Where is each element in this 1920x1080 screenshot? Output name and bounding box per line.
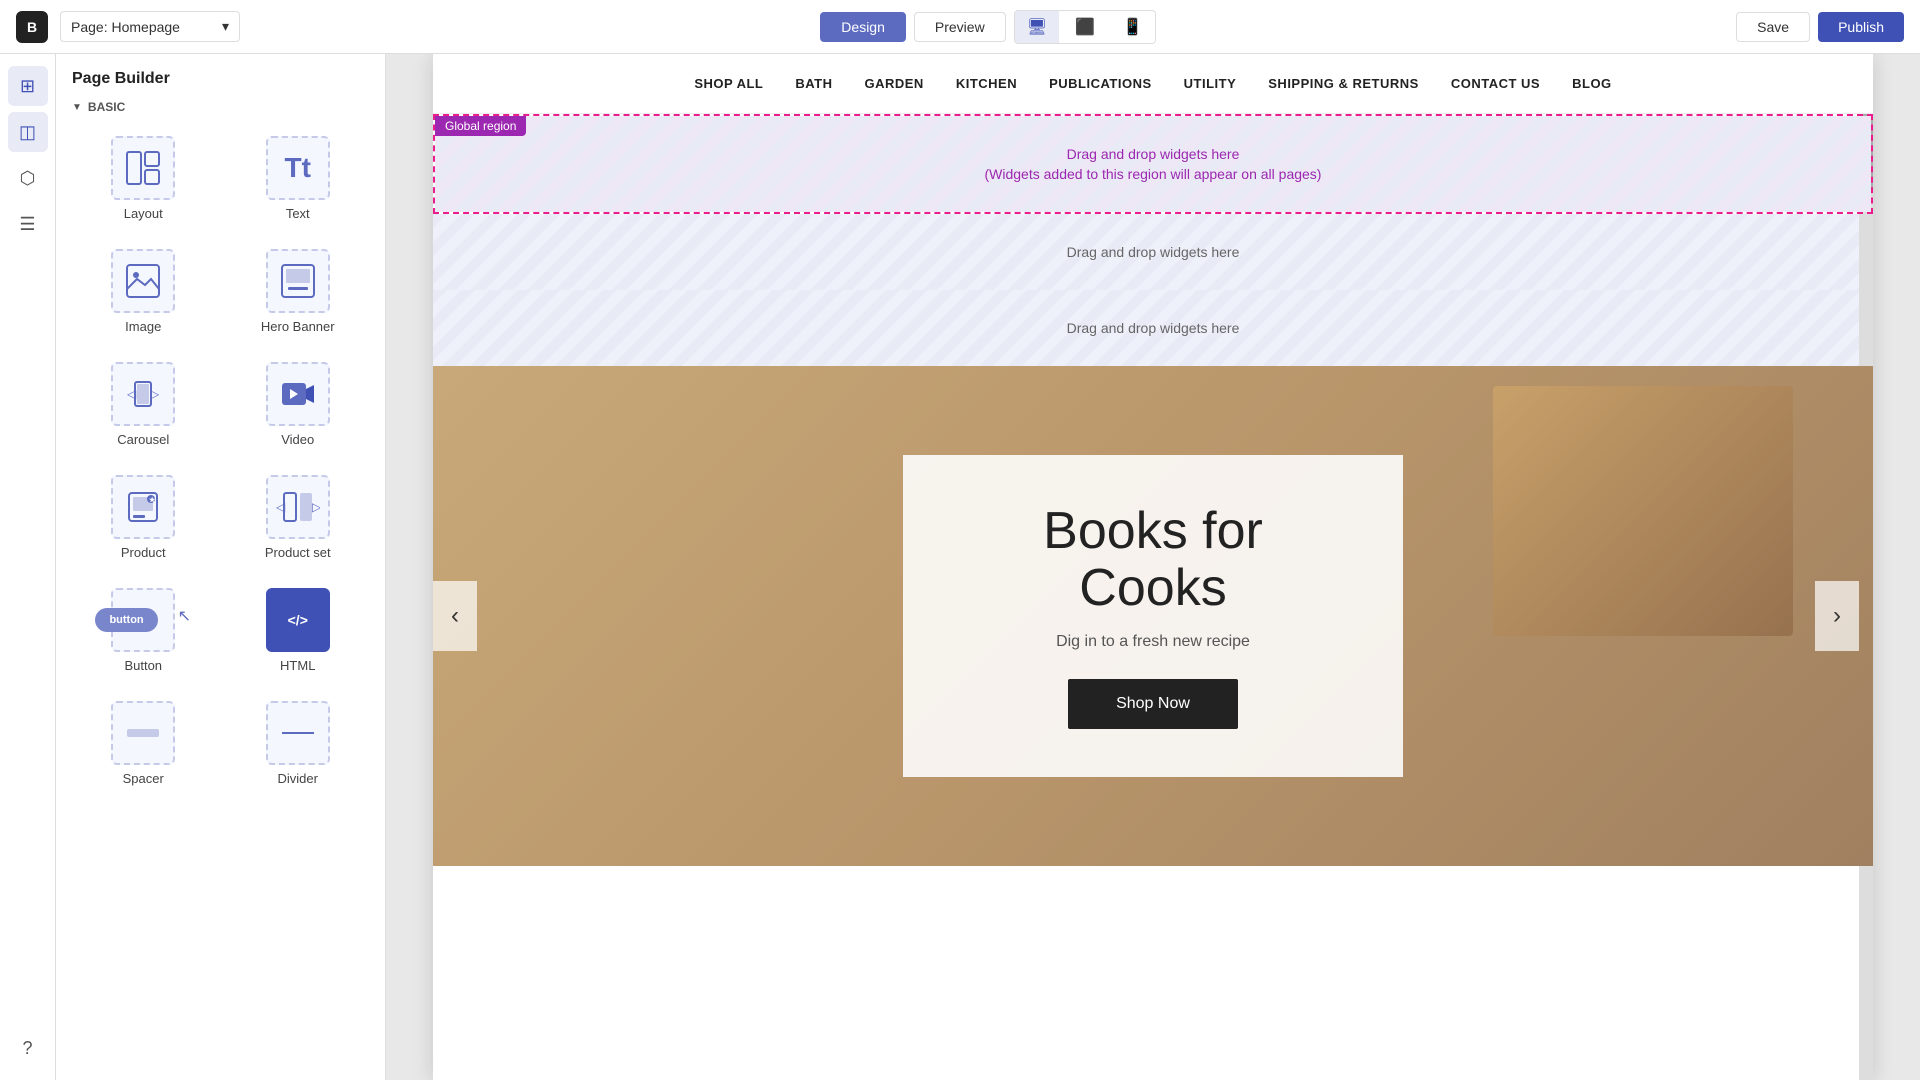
section-label: BASIC [88,100,125,114]
sidebar-menu-icon[interactable]: ☰ [8,204,48,244]
chevron-down-icon: ▾ [222,18,229,35]
nav-shipping[interactable]: SHIPPING & RETURNS [1268,76,1419,91]
image-widget-icon [111,249,175,313]
button-widget-icon: button ↖ [111,588,175,652]
nav-publications[interactable]: PUBLICATIONS [1049,76,1152,91]
hero-banner-widget-label: Hero Banner [261,319,335,334]
sidebar-help-icon[interactable]: ? [8,1028,48,1068]
layout-widget-icon [111,136,175,200]
image-widget-label: Image [125,319,161,334]
nav-bath[interactable]: BATH [795,76,832,91]
global-region-wrapper: Global region Drag and drop widgets here… [433,114,1873,214]
hero-overlay-image [1493,386,1793,636]
center-controls: Design Preview 🖥 ⬛ 📱 [252,10,1724,44]
nav-shop-all[interactable]: SHOP ALL [694,76,763,91]
publish-button[interactable]: Publish [1818,12,1904,42]
logo: B [16,11,48,43]
page-selector-label: Page: Homepage [71,19,180,35]
preview-tab[interactable]: Preview [914,12,1006,42]
divider-widget-label: Divider [278,771,318,786]
carousel-widget-icon: ◁ ▷ [111,362,175,426]
right-controls: Save Publish [1736,12,1904,42]
widget-panel: Page Builder ▼ BASIC Layout Tt Text [56,54,386,1080]
design-tab[interactable]: Design [820,12,906,42]
carousel-widget-item[interactable]: ◁ ▷ Carousel [72,354,215,455]
site-nav: SHOP ALL BATH GARDEN KITCHEN PUBLICATION… [433,54,1873,114]
mobile-device-btn[interactable]: 📱 [1111,11,1155,43]
section-arrow-icon: ▼ [72,102,82,113]
nav-kitchen[interactable]: KITCHEN [956,76,1017,91]
global-region-label: Global region [435,116,526,136]
panel-title: Page Builder [72,70,369,88]
html-widget-item[interactable]: </> HTML [227,580,370,681]
text-widget-label: Text [286,206,310,221]
hero-content-box: Books for Cooks Dig in to a fresh new re… [903,455,1403,777]
canvas: SHOP ALL BATH GARDEN KITCHEN PUBLICATION… [386,54,1920,1080]
global-drop-text-2: (Widgets added to this region will appea… [985,166,1322,182]
svg-text:▷: ▷ [312,500,320,514]
carousel-widget-label: Carousel [117,432,169,447]
canvas-inner: SHOP ALL BATH GARDEN KITCHEN PUBLICATION… [433,54,1873,1080]
drop-zone-2[interactable]: Drag and drop widgets here [433,290,1873,366]
hero-bg: Books for Cooks Dig in to a fresh new re… [433,366,1873,866]
hero-prev-button[interactable]: ‹ [433,581,477,651]
icon-sidebar: ⊞ ◫ ⬡ ☰ ? [0,54,56,1080]
drop-zone-2-text: Drag and drop widgets here [1067,320,1240,336]
layout-widget-item[interactable]: Layout [72,128,215,229]
hero-next-button[interactable]: › [1815,581,1859,651]
video-widget-item[interactable]: Video [227,354,370,455]
divider-widget-item[interactable]: Divider [227,693,370,794]
spacer-widget-label: Spacer [123,771,164,786]
hero-banner-widget-item[interactable]: Hero Banner [227,241,370,342]
nav-garden[interactable]: GARDEN [864,76,923,91]
sidebar-apps-icon[interactable]: ⬡ [8,158,48,198]
hero-section: Books for Cooks Dig in to a fresh new re… [433,366,1873,866]
layout-widget-label: Layout [124,206,163,221]
image-widget-item[interactable]: Image [72,241,215,342]
product-set-widget-item[interactable]: ◁ ▷ Product set [227,467,370,568]
nav-utility[interactable]: UTILITY [1184,76,1237,91]
spacer-widget-item[interactable]: Spacer [72,693,215,794]
drop-zone-1-text: Drag and drop widgets here [1067,244,1240,260]
nav-blog[interactable]: BLOG [1572,76,1612,91]
html-widget-label: HTML [280,658,315,673]
save-button[interactable]: Save [1736,12,1810,42]
sidebar-widgets-icon[interactable]: ◫ [8,112,48,152]
svg-text:▷: ▷ [150,387,160,401]
hero-banner-widget-icon [266,249,330,313]
html-widget-icon: </> [266,588,330,652]
product-set-widget-label: Product set [265,545,331,560]
hero-subtitle: Dig in to a fresh new recipe [963,633,1343,651]
product-widget-item[interactable]: ★ Product [72,467,215,568]
divider-widget-icon [266,701,330,765]
video-widget-label: Video [281,432,314,447]
product-set-widget-icon: ◁ ▷ [266,475,330,539]
basic-section-header[interactable]: ▼ BASIC [72,100,369,114]
device-buttons: 🖥 ⬛ 📱 [1014,10,1156,44]
page-selector[interactable]: Page: Homepage ▾ [60,11,240,42]
video-widget-icon [266,362,330,426]
sidebar-pages-icon[interactable]: ⊞ [8,66,48,106]
main: ⊞ ◫ ⬡ ☰ ? Page Builder ▼ BASIC Layout [0,54,1920,1080]
global-drop-text-1: Drag and drop widgets here [1067,146,1240,162]
text-widget-item[interactable]: Tt Text [227,128,370,229]
tablet-device-btn[interactable]: ⬛ [1063,11,1107,43]
text-widget-icon: Tt [266,136,330,200]
nav-contact-us[interactable]: CONTACT US [1451,76,1540,91]
drop-zone-1[interactable]: Drag and drop widgets here [433,214,1873,290]
hero-title: Books for Cooks [963,503,1343,617]
product-widget-label: Product [121,545,166,560]
desktop-device-btn[interactable]: 🖥 [1015,11,1059,43]
svg-text:★: ★ [149,496,156,504]
button-widget-item[interactable]: button ↖ Button [72,580,215,681]
widgets-grid: Layout Tt Text Image [72,128,369,794]
spacer-widget-icon [111,701,175,765]
button-widget-label: Button [124,658,162,673]
hero-cta-button[interactable]: Shop Now [1068,679,1238,729]
global-drop-zone[interactable]: Drag and drop widgets here (Widgets adde… [435,116,1871,212]
product-widget-icon: ★ [111,475,175,539]
topbar: B Page: Homepage ▾ Design Preview 🖥 ⬛ 📱 … [0,0,1920,54]
